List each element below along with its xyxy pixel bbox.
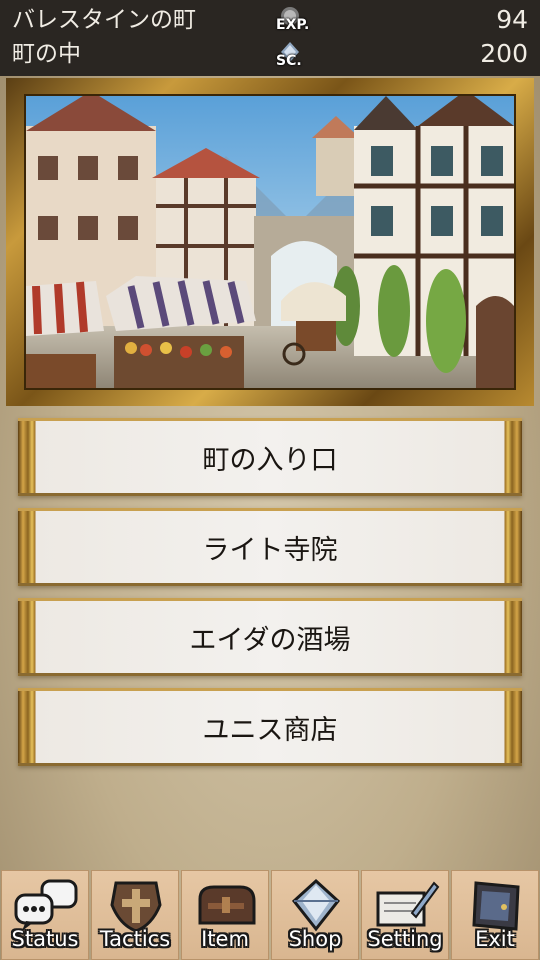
location-button-town-entrance[interactable]: 町の入り口 [18, 418, 522, 496]
menu-tactics-button[interactable]: Tactics [91, 870, 179, 960]
menu-item-label: Item [201, 927, 249, 951]
town-illustration [26, 96, 514, 388]
location-button-ada-tavern[interactable]: エイダの酒場 [18, 598, 522, 676]
quill-scroll-icon [376, 881, 440, 927]
location-button-unis-shop[interactable]: ユニス商店 [18, 688, 522, 766]
crystal-icon [291, 878, 341, 932]
menu-exit-button[interactable]: Exit [451, 870, 539, 960]
cross-shield-icon [110, 881, 162, 933]
exp-icon: EXP. [274, 4, 310, 34]
town-name: バレスタインの町 [12, 7, 196, 33]
town-scene [24, 94, 516, 390]
menu-setting-label: Setting [367, 927, 443, 951]
menu-item-button[interactable]: Item [181, 870, 269, 960]
location-button-light-temple[interactable]: ライト寺院 [18, 508, 522, 586]
exp-label: EXP. [276, 17, 310, 33]
bag-icon [198, 885, 256, 925]
status-header: バレスタインの町 町の中 EXP. SC. 94 200 [0, 0, 540, 76]
menu-exit-label: Exit [475, 927, 515, 951]
sc-label: SC. [276, 53, 302, 69]
exit-door-icon [472, 881, 520, 931]
scene-frame [6, 78, 534, 406]
sc-icon: SC. [274, 40, 306, 70]
menu-shop-label: Shop [288, 927, 342, 951]
bottom-menu: Status Tactics Item Shop Setting Exit [0, 870, 540, 960]
menu-shop-button[interactable]: Shop [271, 870, 359, 960]
exp-value: 94 [496, 5, 528, 34]
speech-bubbles-icon [14, 879, 78, 931]
menu-status-label: Status [11, 927, 79, 951]
menu-tactics-label: Tactics [99, 927, 171, 951]
menu-status-button[interactable]: Status [1, 870, 89, 960]
sc-value: 200 [480, 39, 528, 68]
menu-setting-button[interactable]: Setting [361, 870, 449, 960]
area-name: 町の中 [12, 41, 81, 67]
